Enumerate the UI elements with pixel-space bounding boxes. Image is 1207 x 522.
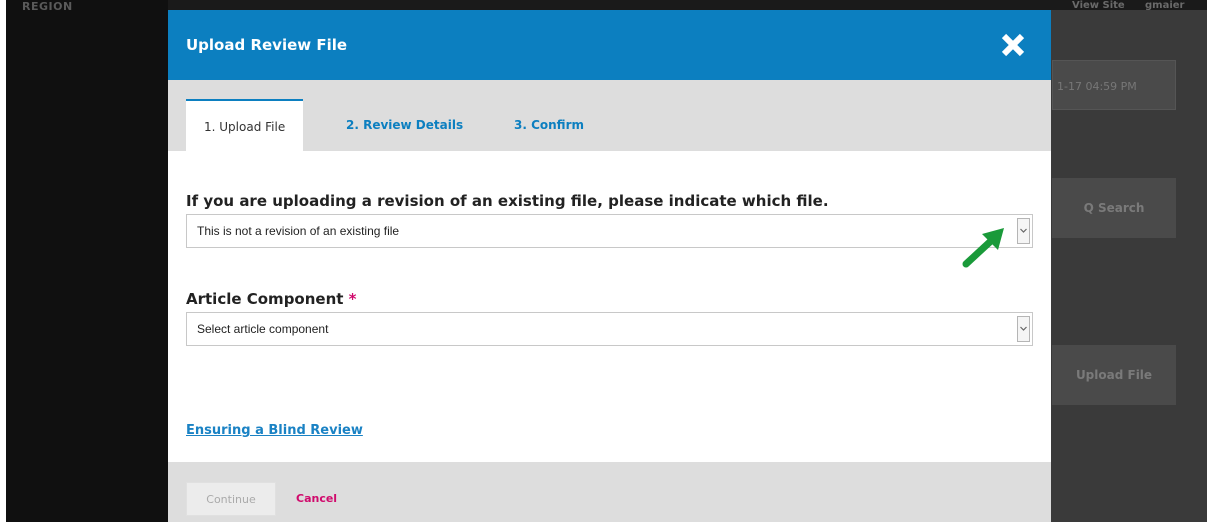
article-component-select[interactable]: Select article component [186, 312, 1033, 346]
annotation-arrow-icon [962, 228, 1004, 268]
blind-review-link[interactable]: Ensuring a Blind Review [186, 423, 363, 438]
required-mark: * [348, 290, 357, 308]
top-user[interactable]: gmaier [1145, 0, 1184, 11]
tab-confirm[interactable]: 3. Confirm [496, 99, 602, 151]
search-button[interactable]: Q Search [1052, 178, 1176, 238]
date-text: 1-17 04:59 PM [1057, 80, 1137, 93]
close-icon[interactable] [1000, 32, 1026, 58]
brand-text: REGION [22, 0, 73, 13]
upload-file-button[interactable]: Upload File [1052, 345, 1176, 405]
modal-footer: Continue Cancel [168, 462, 1051, 522]
top-bar-backdrop [168, 0, 1207, 10]
component-label-text: Article Component [186, 290, 344, 308]
modal-title: Upload Review File [186, 36, 348, 54]
tab-review-details[interactable]: 2. Review Details [328, 99, 481, 151]
revision-field-label: If you are uploading a revision of an ex… [186, 192, 829, 210]
wizard-tabs: 1. Upload File 2. Review Details 3. Conf… [168, 80, 1051, 151]
component-field-label: Article Component * [186, 290, 357, 308]
component-select-value: Select article component [197, 322, 329, 336]
tab-upload-file[interactable]: 1. Upload File [186, 99, 304, 151]
chevron-down-icon[interactable] [1017, 316, 1030, 342]
top-view-site[interactable]: View Site [1072, 0, 1125, 11]
upload-review-file-modal: Upload Review File 1. Upload File 2. Rev… [168, 10, 1051, 522]
sidebar-backdrop [6, 0, 168, 522]
modal-header: Upload Review File [168, 10, 1051, 80]
revision-select[interactable]: This is not a revision of an existing fi… [186, 214, 1033, 248]
chevron-down-icon[interactable] [1017, 218, 1030, 244]
cancel-button[interactable]: Cancel [296, 492, 337, 505]
continue-button[interactable]: Continue [186, 482, 276, 516]
revision-select-value: This is not a revision of an existing fi… [197, 224, 400, 238]
